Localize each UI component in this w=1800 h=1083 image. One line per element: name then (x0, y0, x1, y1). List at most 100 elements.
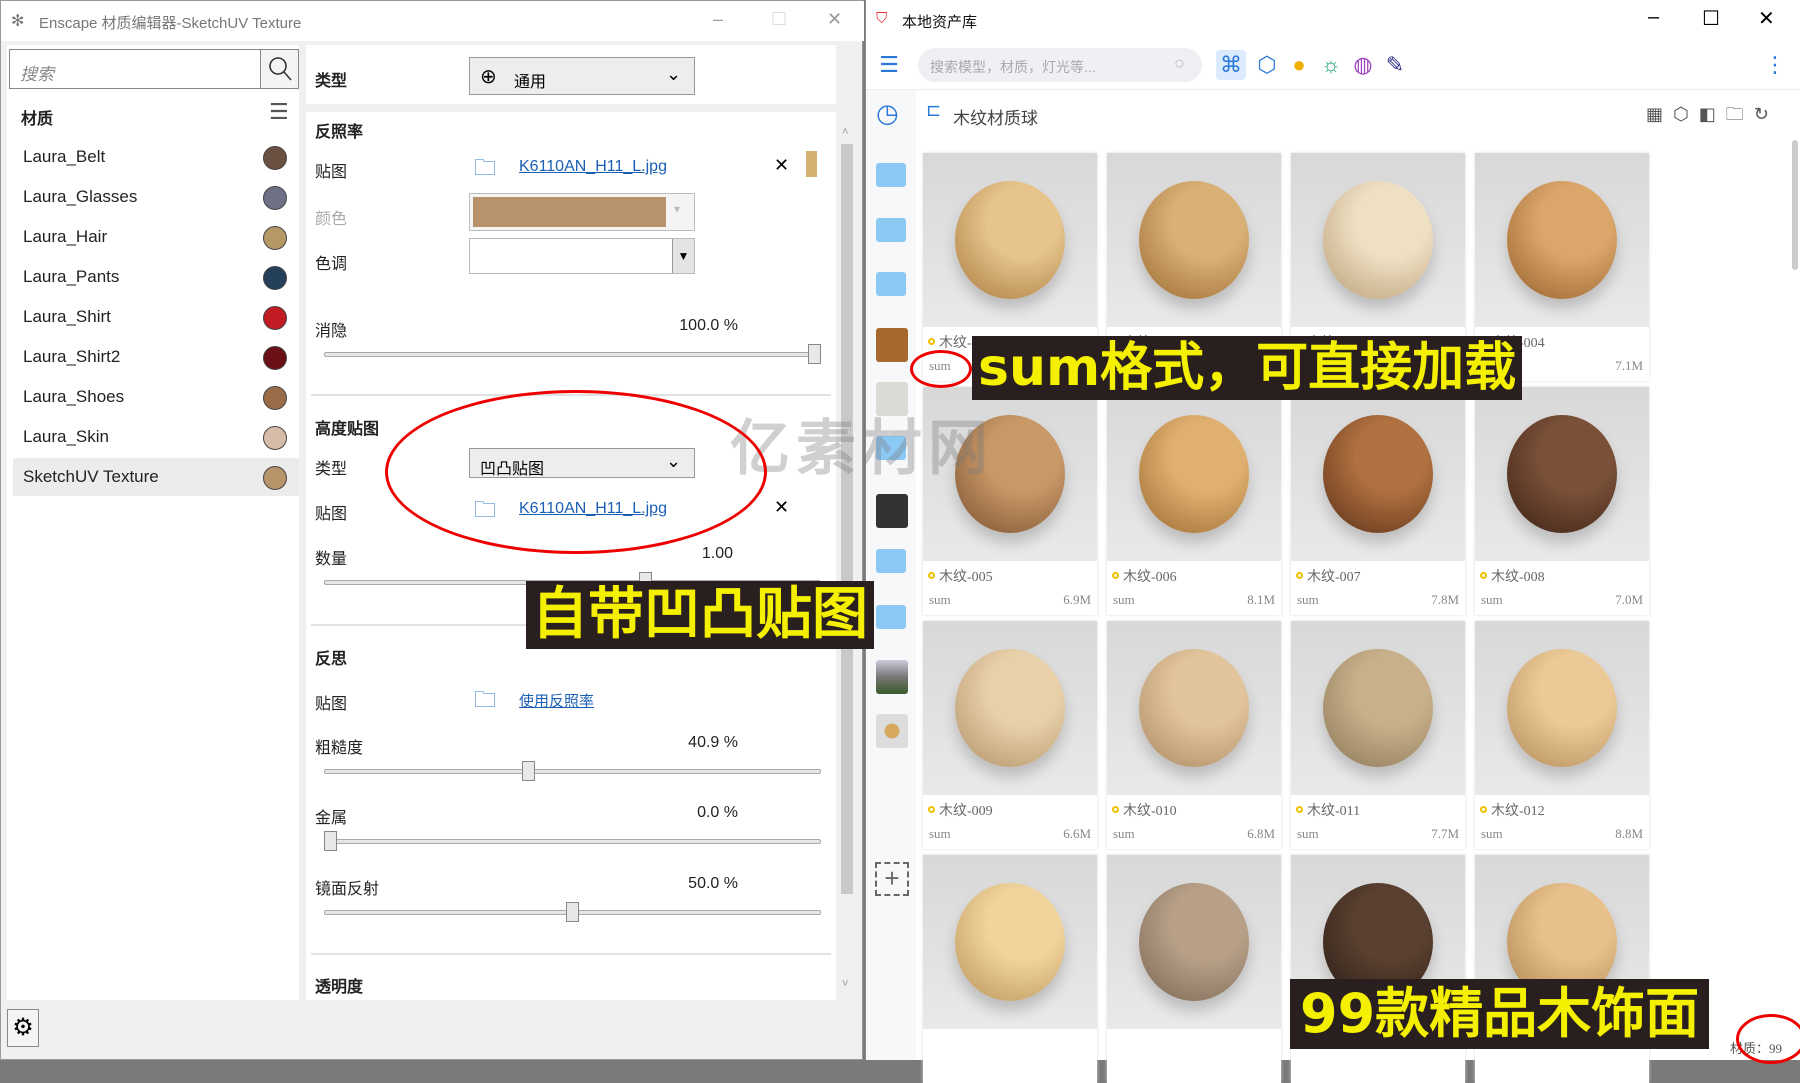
slider-thumb[interactable] (324, 831, 337, 851)
folder-icon[interactable] (876, 272, 906, 296)
material-type-dropdown[interactable]: ⊕ 通用 ⌄ (469, 57, 695, 95)
menu-icon[interactable]: ☰ (269, 99, 289, 125)
folder-icon[interactable] (876, 163, 906, 187)
wood-sphere-image (1323, 181, 1433, 299)
annotation-circle (910, 350, 972, 388)
material-palette-icon[interactable]: ● (1286, 52, 1312, 78)
material-name: 木纹-005 (939, 570, 993, 585)
metal-slider[interactable] (324, 831, 821, 851)
settings-gear-icon[interactable]: ⚙ (7, 1009, 39, 1047)
folder-icon[interactable] (876, 549, 906, 573)
use-albedo-link[interactable]: 使用反照率 (519, 690, 594, 711)
material-item[interactable]: Laura_Pants (13, 258, 299, 296)
search-placeholder: 搜索 (20, 65, 54, 84)
breadcrumb: 木纹材质球 (953, 109, 1038, 128)
tools-icon[interactable]: ✎ (1382, 52, 1408, 78)
material-name: Laura_Shirt (23, 307, 111, 326)
model-cube-icon[interactable]: ⬡ (1254, 52, 1280, 78)
material-name: Laura_Pants (23, 267, 120, 286)
material-card[interactable]: 木纹-008 sum 7.0M (1475, 387, 1649, 615)
maximize-button[interactable]: ☐ (1702, 6, 1720, 31)
fade-slider[interactable] (324, 344, 821, 364)
recent-clock-icon[interactable]: ◷ (876, 98, 899, 129)
material-item[interactable]: Laura_Hair (13, 218, 299, 256)
tint-picker[interactable]: ▼ (469, 238, 695, 274)
material-name: Laura_Shirt2 (23, 347, 121, 366)
file-format: sum (1297, 592, 1319, 607)
material-swatch (263, 146, 287, 170)
minimize-button[interactable]: – (1648, 6, 1659, 29)
color-picker[interactable]: ▾ (469, 193, 695, 231)
more-menu-icon[interactable]: ⋮ (1762, 52, 1788, 78)
scrollbar-thumb[interactable] (841, 144, 853, 894)
scroll-down-icon[interactable]: ˅ (842, 978, 848, 990)
asset-search-input[interactable]: 搜索模型，材质，灯光等... ○ (918, 48, 1202, 82)
environment-globe-icon[interactable]: ◍ (1350, 52, 1376, 78)
material-card[interactable] (923, 855, 1097, 1083)
material-swatch (263, 426, 287, 450)
slider-thumb[interactable] (566, 902, 579, 922)
material-item[interactable]: Laura_Belt (13, 138, 299, 176)
material-preview (1107, 387, 1281, 561)
close-button[interactable]: ✕ (827, 9, 842, 30)
scrollbar[interactable]: ˄ ˅ (839, 126, 855, 996)
material-card[interactable]: 木纹-009 sum 6.6M (923, 621, 1097, 849)
search-placeholder: 搜索模型，材质，灯光等... (930, 59, 1096, 75)
all-assets-icon[interactable]: ⌘ (1216, 50, 1246, 80)
material-item[interactable]: Laura_Shoes (13, 378, 299, 416)
search-button[interactable] (260, 50, 298, 88)
material-name: 木纹-012 (1491, 804, 1545, 819)
scroll-up-icon[interactable]: ˄ (842, 126, 848, 138)
folder-icon[interactable] (876, 218, 906, 242)
wood-sphere-image (1139, 181, 1249, 299)
specular-label: 镜面反射 (315, 881, 380, 898)
material-card[interactable]: 木纹-011 sum 7.7M (1291, 621, 1465, 849)
maximize-button[interactable]: ☐ (771, 9, 787, 30)
folder-icon[interactable]: 🗀 (474, 151, 496, 189)
material-preview (923, 855, 1097, 1029)
light-sun-icon[interactable]: ☼ (1318, 52, 1344, 78)
status-dot (928, 572, 935, 579)
wood-sphere-image (1507, 181, 1617, 299)
outdoor-category-thumbnail[interactable] (876, 660, 908, 694)
annotation-circle (385, 390, 767, 554)
material-item[interactable]: Laura_Skin (13, 418, 299, 456)
minimize-button[interactable]: – (713, 9, 723, 30)
library-action-icons[interactable]: ▦⬡◧🗀↻ (1646, 102, 1779, 132)
material-item[interactable]: Laura_Shirt (13, 298, 299, 336)
remove-texture-button[interactable]: ✕ (774, 497, 789, 518)
slider-thumb[interactable] (521, 761, 535, 781)
material-card[interactable]: 木纹-007 sum 7.8M (1291, 387, 1465, 615)
material-card[interactable]: 木纹-010 sum 6.8M (1107, 621, 1281, 849)
remove-texture-button[interactable]: ✕ (774, 155, 789, 176)
material-card[interactable]: 木纹-006 sum 8.1M (1107, 387, 1281, 615)
material-item[interactable]: Laura_Shirt2 (13, 338, 299, 376)
transparency-header: 透明度 (315, 979, 364, 996)
file-size: 6.6M (1063, 826, 1091, 841)
sidebar-toggle-icon[interactable]: ☰ (876, 52, 902, 78)
roughness-slider[interactable] (324, 761, 821, 781)
file-format: sum (1113, 826, 1135, 841)
albedo-texture-link[interactable]: K6110AN_H11_L.jpg (519, 158, 667, 176)
sphere-category-thumbnail[interactable] (876, 714, 908, 748)
add-category-button[interactable]: + (875, 862, 909, 896)
search-input[interactable]: 搜索 (9, 49, 299, 89)
wood-category-thumbnail[interactable] (876, 328, 908, 362)
material-card[interactable]: 木纹-012 sum 8.8M (1475, 621, 1649, 849)
material-item[interactable]: Laura_Glasses (13, 178, 299, 216)
scrollbar[interactable] (1792, 140, 1798, 270)
folder-icon[interactable] (876, 605, 906, 629)
dark-category-thumbnail[interactable] (876, 494, 908, 528)
status-dot (1480, 572, 1487, 579)
file-format: sum (1481, 826, 1503, 841)
close-button[interactable]: ✕ (1758, 6, 1775, 31)
folder-icon[interactable]: 🗀 (474, 683, 496, 721)
window-title: Enscape 材质编辑器-SketchUV Texture (39, 15, 302, 32)
status-dot (1112, 572, 1119, 579)
material-card[interactable] (1107, 855, 1281, 1083)
search-icon[interactable]: ○ (1174, 53, 1185, 74)
material-item[interactable]: SketchUV Texture (13, 458, 299, 496)
slider-thumb[interactable] (808, 344, 821, 364)
file-size: 8.1M (1247, 592, 1275, 607)
specular-slider[interactable] (324, 902, 821, 922)
